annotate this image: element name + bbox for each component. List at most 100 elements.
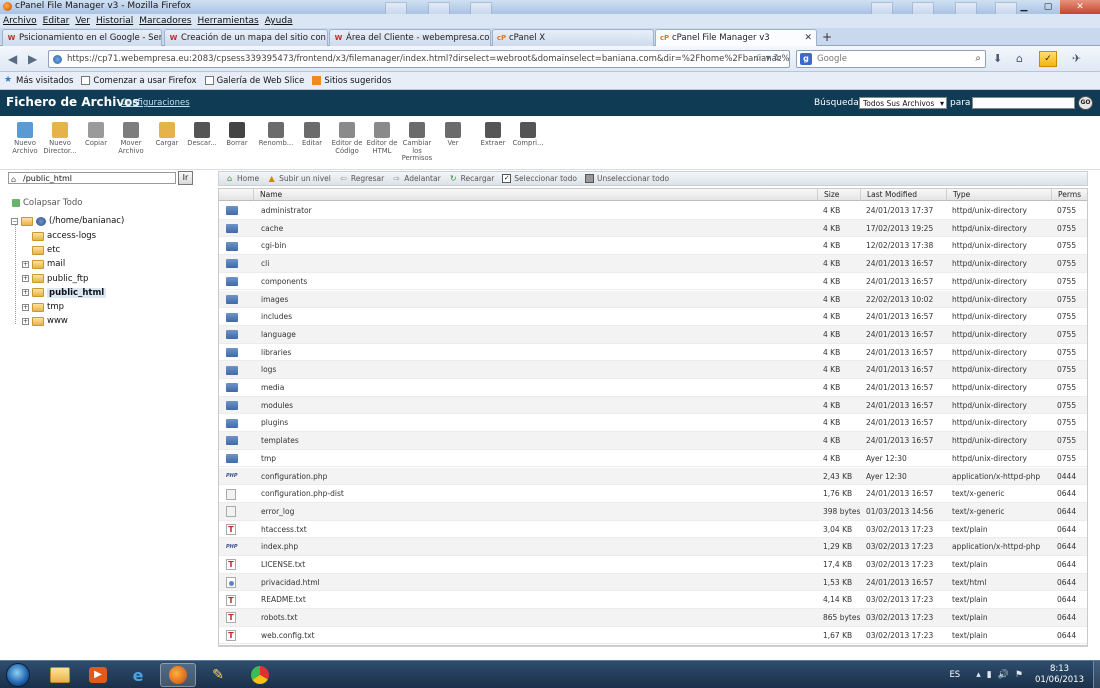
table-row[interactable]: T LICENSE.txt 17,4 KB 03/02/2013 17:23 text/… bbox=[219, 556, 1087, 574]
table-row[interactable]: PHP configuration.php 2,43 KB Ayer 12:30 app… bbox=[219, 467, 1087, 486]
menu-ver[interactable]: Ver bbox=[75, 16, 90, 26]
google-icon[interactable]: g bbox=[800, 53, 812, 65]
tool-borrar-button[interactable]: Borrar bbox=[220, 122, 254, 148]
tool-cambiarlos-button[interactable]: Cambiar los Permisos bbox=[400, 122, 434, 163]
go-path-button[interactable]: Ir bbox=[178, 171, 193, 185]
language-indicator[interactable]: ES bbox=[949, 670, 960, 680]
flag-icon[interactable]: ⚑ bbox=[1015, 670, 1023, 680]
site-identity-icon[interactable] bbox=[53, 55, 62, 64]
table-row[interactable]: Trobots.txt 865 bytes 03/02/2013 17:23 text… bbox=[219, 609, 1087, 627]
table-row[interactable]: administrator 4 KB 24/01/2013 17:37 httpd/u… bbox=[219, 202, 1087, 220]
tab-mapa-sitio[interactable]: W Creación de un mapa del sitio con X... bbox=[164, 29, 328, 46]
unselect-all-action[interactable]: Unseleccionar todo bbox=[584, 174, 669, 183]
bookmark-sitios[interactable]: Sitios sugeridos bbox=[312, 76, 391, 86]
table-row[interactable]: cgi-bin 4 KB 12/02/2013 17:38 httpd/unix-di… bbox=[219, 237, 1087, 256]
table-row[interactable]: includes 4 KB 24/01/2013 16:57 httpd/unix-d… bbox=[219, 308, 1087, 326]
clock[interactable]: 8:13 01/06/2013 bbox=[1035, 664, 1084, 686]
reload-icon[interactable]: ☆▾↻ bbox=[754, 53, 785, 64]
expand-toggle-icon[interactable]: + bbox=[22, 303, 29, 311]
table-row[interactable]: components 4 KB 24/01/2013 16:57 httpd/unix… bbox=[219, 273, 1087, 291]
expand-toggle-icon[interactable]: + bbox=[22, 260, 29, 268]
table-row[interactable]: configuration.php-dist 1,76 KB 24/01/2013 … bbox=[219, 485, 1087, 503]
table-row[interactable]: T README.txt 4,14 KB 03/02/2013 17:23 text/p… bbox=[219, 591, 1087, 610]
search-bar[interactable]: g Google ⌕ bbox=[796, 50, 986, 68]
table-row[interactable]: templates 4 KB 24/01/2013 16:57 httpd/unix-… bbox=[219, 432, 1087, 450]
menu-editar[interactable]: Editar bbox=[43, 16, 70, 26]
close-tab-icon[interactable]: ✕ bbox=[804, 33, 812, 43]
table-row[interactable]: images 4 KB 22/02/2013 10:02 httpd/unix-dir… bbox=[219, 290, 1087, 309]
table-row[interactable]: cache 4 KB 17/02/2013 19:25 httpd/unix-dire… bbox=[219, 219, 1087, 238]
bookmark-galeria[interactable]: Galería de Web Slice bbox=[204, 76, 304, 86]
table-row[interactable]: modules 4 KB 24/01/2013 16:57 httpd/unix-di… bbox=[219, 396, 1087, 415]
table-row[interactable]: libraries 4 KB 24/01/2013 16:57 httpd/unix-… bbox=[219, 344, 1087, 362]
maximize-button[interactable]: ▢ bbox=[1036, 0, 1060, 14]
search-icon[interactable]: ⌕ bbox=[975, 53, 981, 64]
extension-icon[interactable]: ✈ bbox=[1072, 52, 1081, 65]
menu-ayuda[interactable]: Ayuda bbox=[265, 16, 293, 26]
tool-moverarchivo-button[interactable]: Mover Archivo bbox=[114, 122, 148, 155]
internet-explorer-app-icon[interactable]: e bbox=[120, 663, 156, 687]
menu-herramientas[interactable]: Herramientas bbox=[197, 16, 258, 26]
url-bar[interactable]: https://cp71.webempresa.eu:2083/cpsess33… bbox=[48, 50, 790, 68]
collapse-all-link[interactable]: Colapsar Todo bbox=[12, 198, 82, 208]
close-window-button[interactable]: ✕ bbox=[1060, 0, 1100, 14]
collapse-toggle-icon[interactable]: − bbox=[11, 217, 18, 225]
bookmark-mas-visitados[interactable]: ★ Más visitados bbox=[4, 76, 73, 86]
tool-editor-dec-digo-button[interactable]: Editor de Código bbox=[330, 122, 364, 155]
config-link[interactable]: Configuraciones bbox=[121, 98, 190, 108]
table-row[interactable]: PHP index.php 1,29 KB 03/02/2013 17:23 appli… bbox=[219, 538, 1087, 556]
tree-item-access-logs[interactable]: access-logs bbox=[22, 231, 96, 241]
start-button[interactable] bbox=[6, 663, 30, 687]
table-row[interactable]: error_log 398 bytes 01/03/2013 14:56 text/x… bbox=[219, 502, 1087, 521]
tree-item-public-html[interactable]: + public_html bbox=[22, 287, 107, 298]
forward-action[interactable]: ⇨ Adelantar bbox=[392, 174, 440, 183]
tab-file-manager[interactable]: cP cPanel File Manager v3 ✕ bbox=[655, 29, 817, 46]
chrome-app-icon[interactable] bbox=[242, 663, 278, 687]
expand-toggle-icon[interactable]: + bbox=[22, 275, 29, 283]
table-row[interactable]: Thtaccess.txt 3,04 KB 03/02/2013 17:23 text… bbox=[219, 521, 1087, 539]
table-row[interactable]: cli 4 KB 24/01/2013 16:57 httpd/unix-direct… bbox=[219, 255, 1087, 273]
firefox-app-icon[interactable] bbox=[160, 663, 196, 687]
tool-renomb-button[interactable]: Renomb... bbox=[259, 122, 293, 148]
header-name[interactable]: Name bbox=[253, 189, 817, 201]
menu-marcadores[interactable]: Marcadores bbox=[139, 16, 191, 26]
show-desktop-button[interactable] bbox=[1093, 661, 1100, 688]
select-all-action[interactable]: ✓ Seleccionar todo bbox=[502, 174, 577, 183]
tool-ver-button[interactable]: Ver bbox=[436, 122, 470, 148]
expand-toggle-icon[interactable]: + bbox=[22, 317, 29, 325]
volume-icon[interactable]: 🔊 bbox=[998, 670, 1009, 680]
tool-editor-dehtml-button[interactable]: Editor de HTML bbox=[365, 122, 399, 155]
path-input[interactable]: ⌂ /public_html bbox=[8, 172, 176, 184]
tools-app-icon[interactable]: ✎ bbox=[200, 663, 236, 687]
tool-nuevodirector-button[interactable]: Nuevo Director... bbox=[43, 122, 77, 155]
new-tab-button[interactable]: + bbox=[818, 30, 836, 45]
back-action[interactable]: ⇦ Regresar bbox=[339, 174, 384, 183]
tool-nuevoarchivo-button[interactable]: Nuevo Archivo bbox=[8, 122, 42, 155]
tool-cargar-button[interactable]: Cargar bbox=[150, 122, 184, 148]
tree-item-public-ftp[interactable]: + public_ftp bbox=[22, 274, 88, 284]
tab-cpanel-x[interactable]: cP cPanel X bbox=[492, 29, 654, 46]
norton-icon[interactable]: ✓ bbox=[1039, 51, 1057, 67]
tool-descar-button[interactable]: Descar... bbox=[185, 122, 219, 148]
menu-archivo[interactable]: Archivo bbox=[3, 16, 37, 26]
table-row[interactable]: language 4 KB 24/01/2013 16:57 httpd/unix-d… bbox=[219, 325, 1087, 344]
tree-item-etc[interactable]: etc bbox=[22, 245, 60, 255]
header-type[interactable]: Type bbox=[946, 189, 1051, 201]
minimize-button[interactable]: ▁ bbox=[1012, 0, 1036, 14]
download-icon[interactable]: ⬇ bbox=[993, 52, 1002, 65]
header-size[interactable]: Size bbox=[817, 189, 860, 201]
forward-icon[interactable]: ▶ bbox=[28, 52, 37, 66]
table-row[interactable]: privacidad.html 1,53 KB 24/01/2013 16:57 te… bbox=[219, 573, 1087, 592]
table-row[interactable]: tmp 4 KB Ayer 12:30 httpd/unix-directory 075… bbox=[219, 450, 1087, 468]
network-icon[interactable]: ▮ bbox=[987, 670, 992, 680]
table-row[interactable]: logs 4 KB 24/01/2013 16:57 httpd/unix-direc… bbox=[219, 361, 1087, 379]
tool-extraer-button[interactable]: Extraer bbox=[476, 122, 510, 148]
header-perms[interactable]: Perms bbox=[1051, 189, 1087, 201]
reload-action[interactable]: ↻ Recargar bbox=[449, 174, 494, 183]
file-search-input[interactable] bbox=[972, 97, 1075, 109]
table-row[interactable]: plugins 4 KB 24/01/2013 16:57 httpd/unix-di… bbox=[219, 414, 1087, 433]
table-row[interactable]: media 4 KB 24/01/2013 16:57 httpd/unix-dire… bbox=[219, 379, 1087, 397]
tab-posicionamiento[interactable]: W Psicionamiento en el Google - Servici.… bbox=[2, 29, 162, 46]
tab-area-cliente[interactable]: W Área del Cliente - webempresa.com bbox=[329, 29, 491, 46]
back-icon[interactable]: ◀ bbox=[8, 52, 17, 66]
